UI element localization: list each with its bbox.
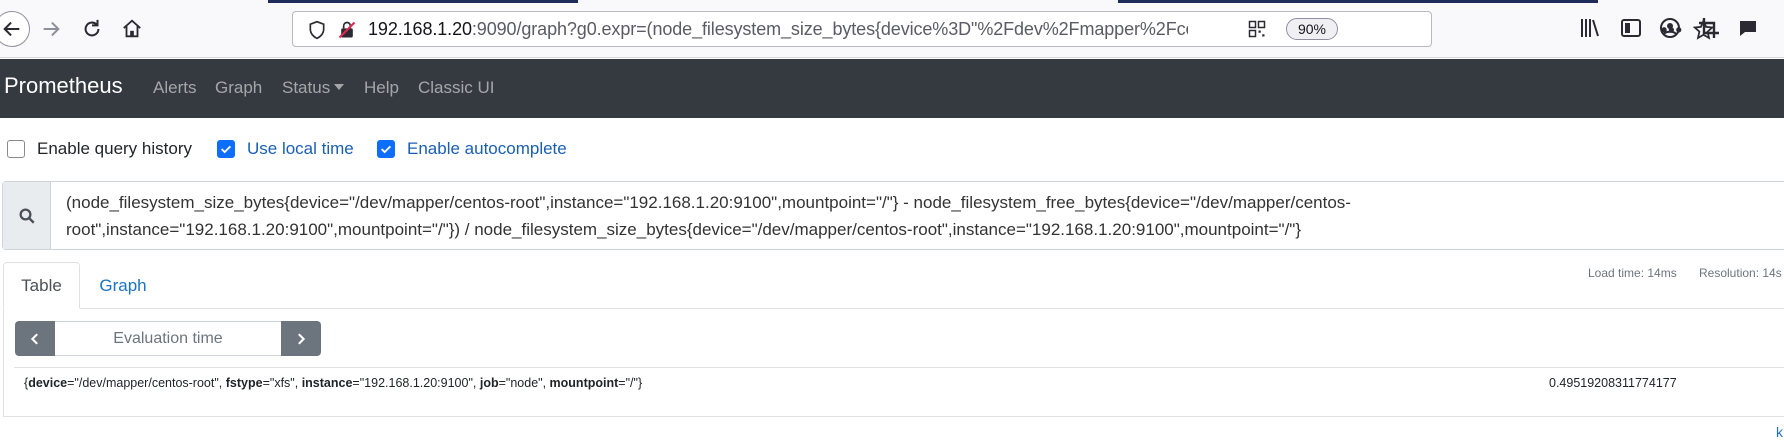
eval-time-back-button[interactable]	[15, 321, 55, 356]
tab-table[interactable]: Table	[3, 262, 80, 309]
nav-alerts[interactable]: Alerts	[153, 78, 196, 98]
label-value: "/dev/mapper/centos-root"	[74, 376, 219, 390]
label-value: "xfs"	[269, 376, 295, 390]
expression-input[interactable]: (node_filesystem_size_bytes{device="/dev…	[2, 181, 1784, 250]
prometheus-navbar: Prometheus Alerts Graph Status Help Clas…	[0, 59, 1784, 118]
eval-time-forward-button[interactable]	[281, 321, 321, 356]
home-icon	[123, 19, 141, 38]
sidebar-icon[interactable]	[1619, 16, 1643, 40]
local-time-checkbox[interactable]	[217, 140, 235, 158]
forward-button[interactable]	[34, 12, 68, 46]
nav-help[interactable]: Help	[364, 78, 399, 98]
back-button[interactable]	[0, 11, 30, 47]
evaluation-time-group: Evaluation time	[15, 321, 321, 356]
url-host: 192.168.1.20	[368, 19, 472, 39]
library-icon[interactable]	[1578, 16, 1602, 40]
local-time-option[interactable]: Use local time	[217, 139, 354, 159]
zoom-level-badge[interactable]: 90%	[1286, 18, 1338, 40]
account-icon[interactable]	[1658, 16, 1682, 40]
back-icon	[3, 21, 20, 37]
screenshot-icon[interactable]	[1697, 16, 1721, 40]
nav-status[interactable]: Status	[282, 78, 345, 98]
autocomplete-checkbox[interactable]	[377, 140, 395, 158]
tab-graph[interactable]: Graph	[88, 262, 158, 309]
scroll-edge-mark: k	[1776, 424, 1783, 440]
check-icon	[380, 145, 392, 154]
reload-icon	[84, 19, 100, 37]
label-value: "192.168.1.20:9100"	[359, 376, 473, 390]
search-addon	[3, 182, 51, 249]
shield-icon[interactable]	[307, 20, 327, 40]
label-value: "node"	[505, 376, 543, 390]
brand-logo[interactable]: Prometheus	[4, 73, 123, 99]
label-key: device	[28, 376, 68, 390]
autocomplete-label[interactable]: Enable autocomplete	[407, 139, 567, 159]
table-row-labels: {device="/dev/mapper/centos-root", fstyp…	[24, 376, 643, 390]
label-key: fstype	[225, 376, 263, 390]
check-icon	[220, 145, 232, 154]
label-key: mountpoint	[549, 376, 619, 390]
table-row-value: 0.49519208311774177	[1549, 376, 1677, 390]
address-bar[interactable]: 192.168.1.20:9090/graph?g0.expr=(node_fi…	[292, 11, 1714, 47]
url-text: 192.168.1.20:9090/graph?g0.expr=(node_fi…	[368, 19, 1188, 40]
chevron-right-icon	[298, 332, 306, 345]
expression-text[interactable]: (node_filesystem_size_bytes{device="/dev…	[66, 189, 1436, 243]
query-history-label[interactable]: Enable query history	[37, 139, 192, 159]
forward-icon	[43, 21, 60, 37]
autocomplete-option[interactable]: Enable autocomplete	[377, 139, 567, 159]
active-tab-indicator	[268, 0, 578, 3]
query-history-checkbox[interactable]	[7, 140, 25, 158]
chevron-down-icon	[334, 84, 345, 90]
load-time: Load time: 14ms	[1588, 266, 1677, 280]
insecure-lock-icon[interactable]	[337, 20, 357, 40]
local-time-label[interactable]: Use local time	[247, 139, 354, 159]
tab-indicator	[1118, 0, 1598, 3]
home-button[interactable]	[115, 12, 149, 46]
label-value: "/"	[625, 376, 638, 390]
evaluation-time-input[interactable]: Evaluation time	[55, 321, 281, 356]
chevron-left-icon	[30, 332, 38, 345]
resolution: Resolution: 14s	[1699, 266, 1782, 280]
query-history-option[interactable]: Enable query history	[7, 139, 192, 159]
chat-icon[interactable]	[1736, 16, 1760, 40]
nav-classic-ui[interactable]: Classic UI	[418, 78, 495, 98]
label-key: instance	[301, 376, 353, 390]
qr-code-icon[interactable]	[1248, 20, 1266, 38]
table-header-line	[14, 367, 1784, 368]
search-icon	[19, 208, 35, 224]
label-key: job	[479, 376, 499, 390]
nav-status-label: Status	[282, 78, 331, 97]
nav-graph[interactable]: Graph	[215, 78, 262, 98]
url-path: :9090/graph?g0.expr=(node_filesystem_siz…	[471, 19, 1188, 39]
browser-toolbar: 192.168.1.20:9090/graph?g0.expr=(node_fi…	[0, 0, 1784, 58]
reload-button[interactable]	[75, 12, 109, 46]
